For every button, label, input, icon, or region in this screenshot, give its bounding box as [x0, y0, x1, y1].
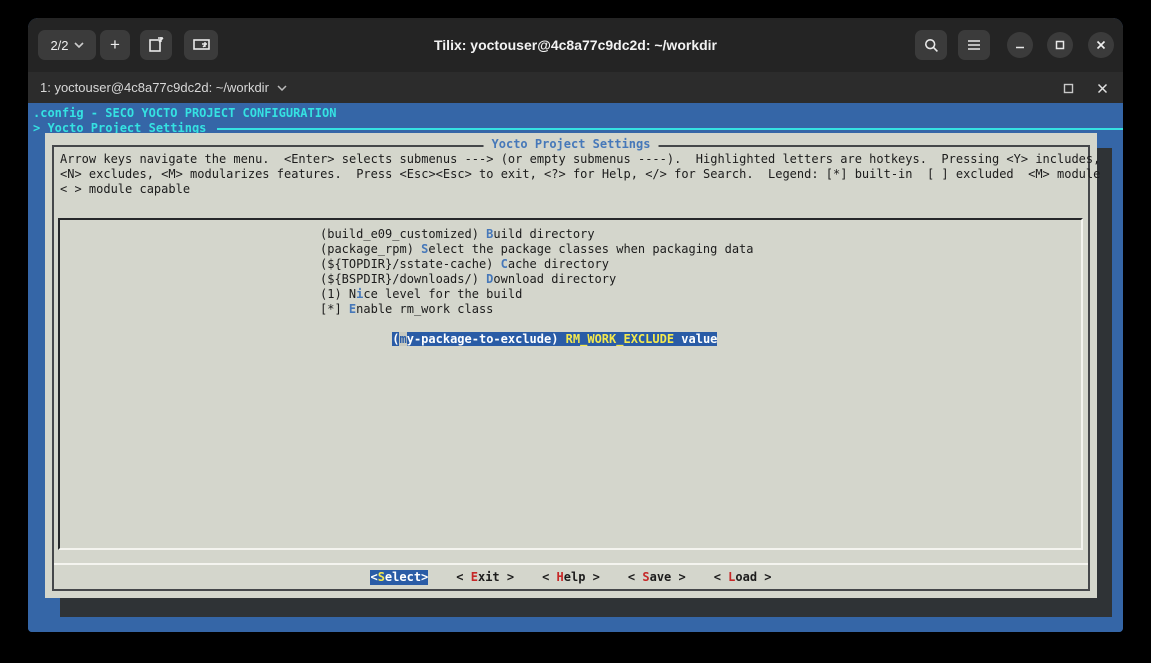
session-title: 1: yoctouser@4c8a77c9dc2d: ~/workdir — [40, 80, 269, 95]
dialog-help-line3: < > module capable — [60, 182, 190, 197]
item-label: ce level for the build — [363, 287, 522, 301]
close-icon — [1097, 83, 1108, 94]
split-down-icon — [193, 38, 210, 52]
button-text: oad > — [735, 570, 771, 584]
menuconfig-config-title: .config - SECO YOCTO PROJECT CONFIGURATI… — [33, 106, 1123, 121]
new-tab-button[interactable]: + — [100, 30, 130, 60]
item-value: [*] — [320, 302, 349, 316]
split-right-icon — [148, 37, 164, 53]
button-text: < — [456, 570, 470, 584]
terminal-screen[interactable]: .config - SECO YOCTO PROJECT CONFIGURATI… — [28, 103, 1123, 632]
close-button[interactable] — [1088, 32, 1114, 58]
session-bar: 1: yoctouser@4c8a77c9dc2d: ~/workdir — [28, 72, 1123, 103]
search-icon — [924, 38, 939, 53]
plus-icon: + — [110, 35, 120, 55]
menu-item-build-directory[interactable]: (build_e09_customized) Build directory — [60, 227, 1081, 242]
button-text: elp > — [564, 570, 600, 584]
menu-item-rm-work-exclude-selected[interactable]: (my-package-to-exclude) RM_WORK_EXCLUDE … — [60, 317, 1081, 332]
minimize-icon — [1014, 39, 1026, 51]
exit-button[interactable]: < Exit > — [456, 570, 514, 585]
button-text: < — [628, 570, 642, 584]
item-value: (${BSPDIR}/downloads/) — [320, 272, 486, 286]
button-hotkey: S — [642, 570, 649, 584]
item-keyword: RM_WORK_EXCLUDE — [566, 332, 674, 346]
menu-item-enable-rm-work[interactable]: [*] Enable rm_work class — [60, 302, 1081, 317]
hamburger-menu-icon — [967, 39, 981, 51]
dialog-title: Yocto Project Settings — [484, 137, 659, 152]
maximize-icon — [1054, 39, 1066, 51]
item-label: ache directory — [508, 257, 609, 271]
item-label: elect the package classes when packaging… — [428, 242, 753, 256]
split-terminal-down-button[interactable] — [184, 30, 218, 60]
help-button[interactable]: < Help > — [542, 570, 600, 585]
item-label: ownload directory — [493, 272, 616, 286]
button-hotkey: S — [378, 570, 385, 584]
app-menu-button[interactable] — [958, 30, 990, 60]
dialog-help-line2: <N> excludes, <M> modularizes features. … — [60, 167, 1100, 182]
titlebar[interactable]: Tilix: yoctouser@4c8a77c9dc2d: ~/workdir… — [28, 18, 1123, 72]
item-value: (1) N — [320, 287, 356, 301]
save-button[interactable]: < Save > — [628, 570, 686, 585]
item-value: (${TOPDIR}/sstate-cache) — [320, 257, 501, 271]
chevron-down-icon — [74, 42, 84, 48]
terminal-cursor: m — [399, 332, 406, 346]
tab-switcher-dropdown[interactable]: 2/2 — [38, 30, 96, 60]
load-button[interactable]: < Load > — [714, 570, 772, 585]
minimize-button[interactable] — [1007, 32, 1033, 58]
item-label: nable rm_work class — [356, 302, 493, 316]
item-value: (package_rpm) — [320, 242, 421, 256]
item-hotkey: C — [501, 257, 508, 271]
selection-highlight: (my-package-to-exclude) RM_WORK_EXCLUDE … — [392, 332, 717, 346]
settings-dialog: Yocto Project Settings Arrow keys naviga… — [45, 133, 1097, 598]
button-text: < — [370, 570, 377, 584]
button-text: < — [542, 570, 556, 584]
menu-list: (build_e09_customized) Build directory (… — [58, 218, 1083, 550]
item-value: (build_e09_customized) — [320, 227, 486, 241]
chevron-down-icon — [277, 85, 287, 91]
tab-indicator: 2/2 — [50, 38, 68, 53]
menu-item-download-directory[interactable]: (${BSPDIR}/downloads/) Download director… — [60, 272, 1081, 287]
search-button[interactable] — [915, 30, 947, 60]
session-maximize-button[interactable] — [1060, 80, 1076, 96]
split-terminal-right-button[interactable] — [140, 30, 172, 60]
item-value: y-package-to-exclude) — [407, 332, 566, 346]
button-text: xit > — [478, 570, 514, 584]
button-hotkey: H — [557, 570, 564, 584]
button-hotkey: E — [471, 570, 478, 584]
select-button[interactable]: <Select> — [370, 570, 428, 585]
button-text: ave > — [650, 570, 686, 584]
tilix-window: Tilix: yoctouser@4c8a77c9dc2d: ~/workdir… — [28, 18, 1123, 632]
button-separator — [54, 563, 1088, 565]
item-label: value — [674, 332, 717, 346]
menu-item-nice-level[interactable]: (1) Nice level for the build — [60, 287, 1081, 302]
session-title-dropdown[interactable]: 1: yoctouser@4c8a77c9dc2d: ~/workdir — [40, 72, 287, 103]
session-close-button[interactable] — [1094, 80, 1110, 96]
maximize-button[interactable] — [1047, 32, 1073, 58]
button-text: elect> — [385, 570, 428, 584]
menu-item-package-classes[interactable]: (package_rpm) Select the package classes… — [60, 242, 1081, 257]
header-rule — [217, 128, 1123, 130]
dialog-help-line1: Arrow keys navigate the menu. <Enter> se… — [60, 152, 1100, 167]
item-label: uild directory — [493, 227, 594, 241]
maximize-icon — [1063, 83, 1074, 94]
dialog-buttons: <Select> < Exit > < Help > < Save > < Lo… — [45, 570, 1097, 585]
button-text: < — [714, 570, 728, 584]
close-icon — [1095, 39, 1107, 51]
menu-item-cache-directory[interactable]: (${TOPDIR}/sstate-cache) Cache directory — [60, 257, 1081, 272]
